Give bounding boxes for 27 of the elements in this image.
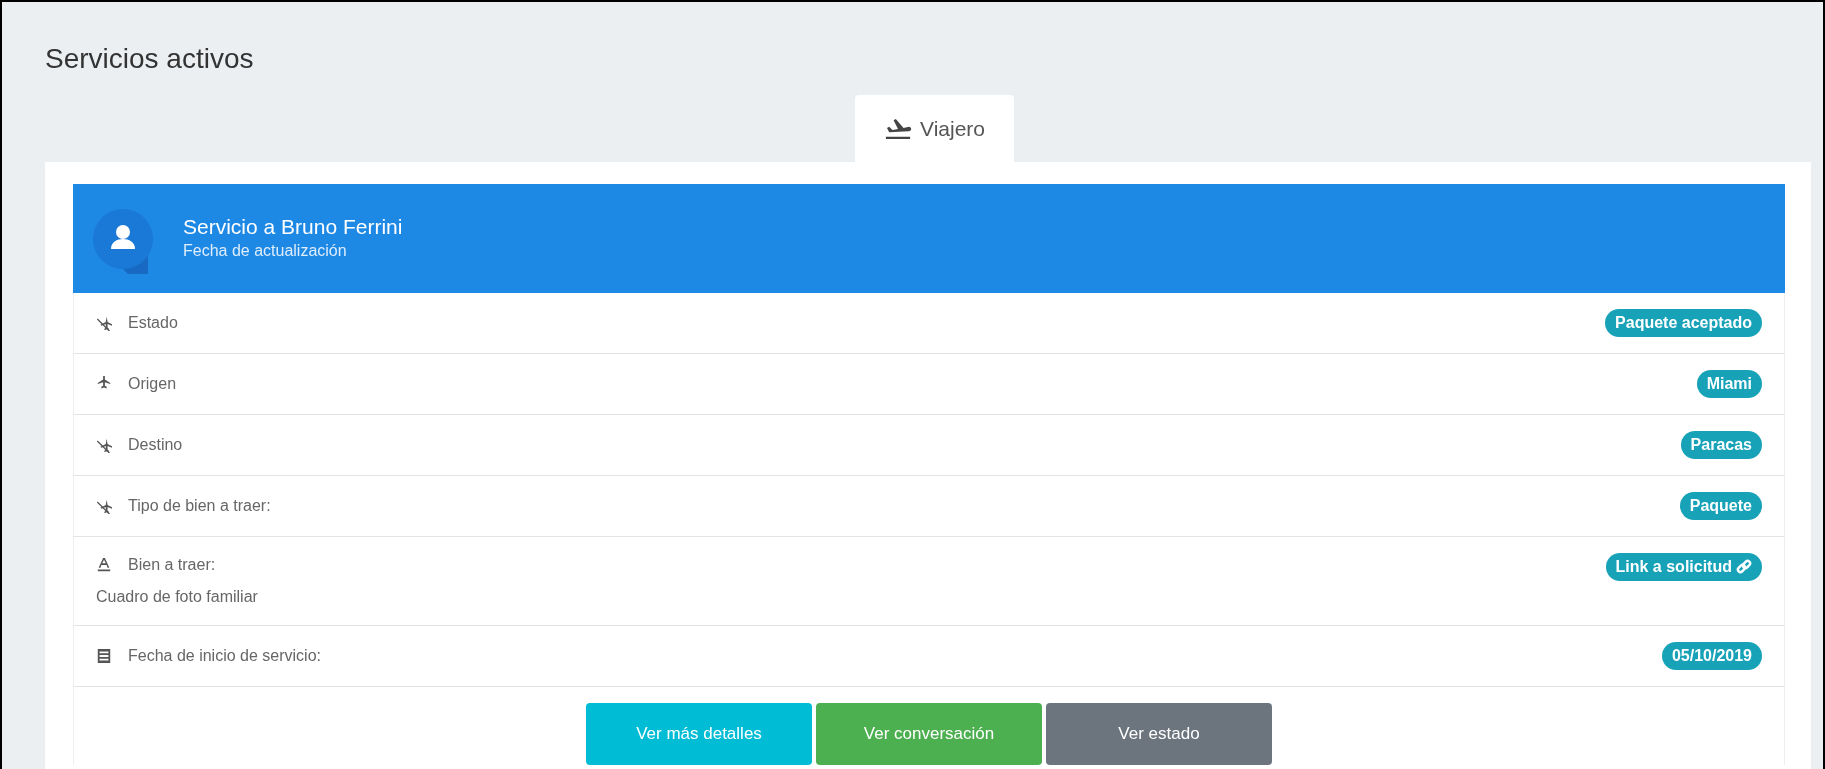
page-title: Servicios activos <box>45 42 255 76</box>
text-format-icon <box>96 557 112 573</box>
row-label: Estado <box>128 313 178 333</box>
link-icon <box>1736 559 1752 575</box>
request-link[interactable]: Link a solicitud <box>1605 553 1762 581</box>
value-badge: Miami <box>1696 370 1762 398</box>
plane-crossed-icon <box>96 315 112 331</box>
plane-crossed-icon <box>96 498 112 514</box>
value-badge: Paracas <box>1680 431 1762 459</box>
value-badge: 05/10/2019 <box>1661 642 1762 670</box>
action-button[interactable]: Ver estado <box>1046 703 1272 765</box>
value-badge: Paquete <box>1679 492 1762 520</box>
row-label: Tipo de bien a traer: <box>128 496 271 516</box>
service-title: Servicio a Bruno Ferrini <box>183 213 403 240</box>
plane-landing-icon <box>884 117 912 140</box>
row-label: Destino <box>128 435 183 455</box>
action-button[interactable]: Ver conversación <box>816 703 1042 765</box>
row-label: Origen <box>128 374 177 394</box>
document-icon <box>96 648 112 664</box>
item-description: Cuadro de foto familiar <box>96 587 258 607</box>
action-button[interactable]: Ver más detalles <box>586 703 812 765</box>
tab[interactable]: Viajero <box>855 95 1014 162</box>
update-date-label: Fecha de actualización <box>183 241 348 262</box>
value-badge: Paquete aceptado <box>1605 309 1762 337</box>
row-label: Fecha de inicio de servicio: <box>128 646 321 666</box>
plane-crossed-icon <box>96 437 112 453</box>
row-label: Bien a traer: <box>128 555 216 575</box>
